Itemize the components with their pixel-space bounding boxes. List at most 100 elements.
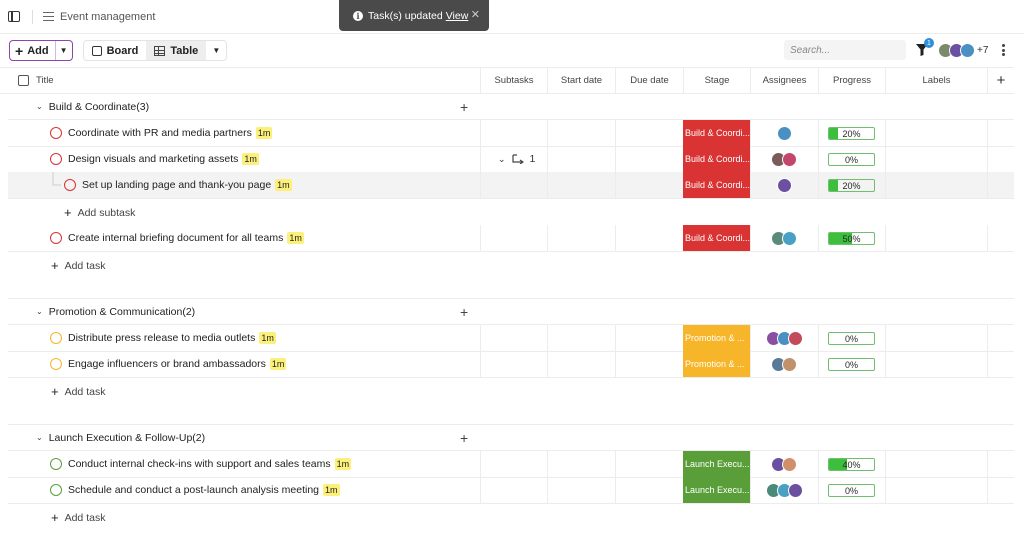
table-cell[interactable] [750, 325, 751, 351]
chevron-down-icon[interactable]: ⌄ [36, 102, 43, 111]
table-cell[interactable] [987, 351, 988, 377]
table-cell[interactable] [885, 325, 886, 351]
task-title[interactable]: Create internal briefing document for al… [68, 232, 283, 244]
progress-bar[interactable]: 0% [828, 484, 875, 497]
task-status-circle-icon[interactable] [50, 153, 62, 165]
add-button[interactable]: + Add [10, 41, 55, 60]
members-avatars[interactable]: +7 [938, 43, 988, 58]
column-title[interactable]: Title [36, 75, 54, 86]
table-cell[interactable] [987, 451, 988, 477]
table-cell[interactable] [615, 477, 616, 503]
table-cell[interactable] [818, 225, 819, 251]
table-cell[interactable] [885, 225, 886, 251]
table-cell[interactable] [818, 120, 819, 146]
table-cell[interactable] [987, 477, 988, 503]
stage-badge[interactable]: Build & Coordi... [683, 146, 750, 172]
group-header[interactable]: ⌄ Build & Coordinate(3) + [8, 94, 1014, 120]
table-cell[interactable] [547, 477, 548, 503]
table-cell[interactable] [818, 325, 819, 351]
filter-button[interactable]: 1 [916, 38, 934, 56]
table-cell[interactable] [818, 451, 819, 477]
stage-badge[interactable]: Build & Coordi... [683, 225, 750, 251]
table-cell[interactable] [750, 451, 751, 477]
table-row[interactable]: Design visuals and marketing assets 1m ⌄… [8, 146, 1014, 173]
stage-badge[interactable]: Promotion & ... [683, 351, 750, 377]
table-cell[interactable] [615, 120, 616, 146]
subtasks-count[interactable]: ⌄ 1 [498, 146, 535, 172]
table-row[interactable]: Schedule and conduct a post-launch analy… [8, 477, 1014, 504]
add-task-button[interactable]: + Add task [51, 258, 105, 273]
tab-table[interactable]: Table [146, 41, 207, 60]
table-cell[interactable] [885, 477, 886, 503]
chevron-down-icon[interactable]: ▼ [54, 41, 72, 60]
chevron-down-icon[interactable]: ⌄ [36, 433, 43, 442]
table-cell[interactable] [885, 351, 886, 377]
table-row[interactable]: Engage influencers or brand ambassadors … [8, 351, 1014, 378]
table-cell[interactable] [987, 225, 988, 251]
table-cell[interactable] [615, 451, 616, 477]
table-cell[interactable] [818, 146, 819, 172]
column-labels[interactable]: Labels [885, 68, 987, 93]
table-cell[interactable] [615, 325, 616, 351]
assignees-avatars[interactable] [771, 152, 797, 167]
group-header[interactable]: ⌄ Launch Execution & Follow-Up(2) + [8, 425, 1014, 451]
more-options-icon[interactable] [1002, 44, 1005, 56]
table-cell[interactable] [750, 477, 751, 503]
table-row[interactable]: Conduct internal check-ins with support … [8, 451, 1014, 478]
table-row[interactable]: Coordinate with PR and media partners 1m… [8, 120, 1014, 147]
task-title[interactable]: Set up landing page and thank-you page [82, 179, 271, 191]
table-cell[interactable] [987, 325, 988, 351]
add-task-to-group-button[interactable]: + [460, 430, 468, 446]
task-status-circle-icon[interactable] [50, 127, 62, 139]
table-cell[interactable] [885, 120, 886, 146]
progress-bar[interactable]: 50% [828, 232, 875, 245]
task-status-circle-icon[interactable] [64, 179, 76, 191]
table-cell[interactable] [615, 172, 616, 198]
add-subtask-button[interactable]: + Add subtask [64, 205, 135, 220]
table-cell[interactable] [818, 477, 819, 503]
table-cell[interactable] [987, 120, 988, 146]
table-cell[interactable] [885, 451, 886, 477]
assignees-avatars[interactable] [776, 126, 792, 141]
table-row[interactable]: Create internal briefing document for al… [8, 225, 1014, 252]
assignees-avatars[interactable] [771, 457, 797, 472]
column-due-date[interactable]: Due date [615, 68, 683, 93]
column-stage[interactable]: Stage [683, 68, 750, 93]
table-cell[interactable] [480, 351, 481, 377]
task-status-circle-icon[interactable] [50, 332, 62, 344]
add-task-button[interactable]: + Add task [51, 510, 105, 525]
progress-bar[interactable]: 40% [828, 458, 875, 471]
toast-view-link[interactable]: View [446, 10, 469, 22]
task-title[interactable]: Schedule and conduct a post-launch analy… [68, 484, 319, 496]
assignees-avatars[interactable] [771, 231, 797, 246]
add-column-button[interactable]: + [987, 68, 1014, 93]
progress-bar[interactable]: 20% [828, 127, 875, 140]
table-cell[interactable] [987, 172, 988, 198]
table-cell[interactable] [480, 325, 481, 351]
add-task-to-group-button[interactable]: + [460, 304, 468, 320]
select-all-checkbox[interactable] [18, 75, 29, 86]
table-cell[interactable] [885, 172, 886, 198]
stage-badge[interactable]: Launch Execu... [683, 451, 750, 477]
add-task-button[interactable]: + Add task [51, 384, 105, 399]
table-cell[interactable] [480, 172, 481, 198]
task-title[interactable]: Engage influencers or brand ambassadors [68, 358, 266, 370]
task-title[interactable]: Coordinate with PR and media partners [68, 127, 252, 139]
stage-badge[interactable]: Build & Coordi... [683, 120, 750, 146]
chevron-down-icon[interactable]: ⌄ [498, 154, 506, 165]
table-cell[interactable] [547, 172, 548, 198]
task-title[interactable]: Distribute press release to media outlet… [68, 332, 255, 344]
table-cell[interactable] [547, 120, 548, 146]
table-cell[interactable] [987, 146, 988, 172]
table-cell[interactable] [885, 146, 886, 172]
assignees-avatars[interactable] [776, 178, 792, 193]
progress-bar[interactable]: 0% [828, 358, 875, 371]
task-title[interactable]: Conduct internal check-ins with support … [68, 458, 331, 470]
assignees-avatars[interactable] [765, 483, 803, 498]
close-icon[interactable]: ✕ [471, 8, 480, 21]
table-cell[interactable] [480, 477, 481, 503]
breadcrumb-project[interactable]: Event management [60, 11, 155, 23]
chevron-down-icon[interactable]: ▼ [206, 41, 226, 60]
subtask-row[interactable]: Set up landing page and thank-you page 1… [8, 172, 1014, 199]
table-cell[interactable] [750, 120, 751, 146]
